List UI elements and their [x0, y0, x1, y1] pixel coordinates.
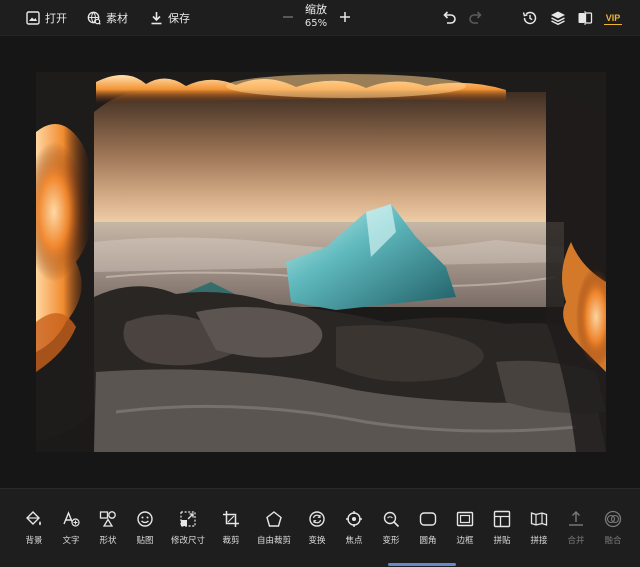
tool-warp[interactable]: 变形: [372, 509, 410, 553]
tool-label: 拼接: [530, 536, 548, 546]
toolbar-scroll-indicator[interactable]: [388, 563, 456, 566]
free-crop-icon: [264, 509, 284, 529]
compare-icon[interactable]: [576, 9, 594, 27]
tool-label: 形状: [99, 536, 117, 546]
tool-collage[interactable]: 拼贴: [483, 509, 521, 553]
bottom-toolbar: 背景 文字 形状 贴图 修改尺寸 裁剪 自由裁剪 变换 焦点 变形 圆角 边框 …: [0, 488, 640, 567]
tool-background[interactable]: 背景: [15, 509, 53, 553]
tool-stitch[interactable]: 拼接: [520, 509, 558, 553]
tool-merge[interactable]: 合并: [557, 509, 595, 553]
tool-label: 融合: [604, 536, 622, 546]
canvas-area: [0, 37, 640, 487]
tool-label: 自由裁剪: [256, 536, 291, 546]
globe-search-icon: [87, 11, 101, 25]
save-button[interactable]: 保存: [150, 0, 190, 36]
open-label: 打开: [45, 12, 67, 25]
tool-label: 贴图: [136, 536, 154, 546]
zoom-in-icon[interactable]: [338, 10, 352, 24]
tool-label: 边框: [456, 536, 474, 546]
tool-resize[interactable]: 修改尺寸: [169, 509, 207, 553]
paint-bucket-icon: [24, 509, 44, 529]
tool-label: 焦点: [345, 536, 363, 546]
tool-label: 变形: [382, 536, 400, 546]
tool-label: 合并: [567, 536, 585, 546]
undo-icon[interactable]: [440, 9, 458, 27]
zoom-value: 65%: [304, 18, 328, 29]
tool-label: 拼贴: [493, 536, 511, 546]
tool-label: 背景: [25, 536, 43, 546]
zoom-out-icon[interactable]: [281, 10, 295, 24]
tool-border[interactable]: 边框: [446, 509, 484, 553]
tool-free-crop[interactable]: 自由裁剪: [255, 509, 293, 553]
stitch-icon: [529, 509, 549, 529]
tool-blend[interactable]: 融合: [594, 509, 632, 553]
tool-focus[interactable]: 焦点: [335, 509, 373, 553]
layers-icon[interactable]: [549, 9, 567, 27]
tool-stickers[interactable]: 贴图: [126, 509, 164, 553]
border-icon: [455, 509, 475, 529]
tool-label: 裁剪: [222, 536, 240, 546]
resize-icon: [178, 509, 198, 529]
collage-icon: [492, 509, 512, 529]
focus-icon: [344, 509, 364, 529]
transform-icon: [307, 509, 327, 529]
redo-icon[interactable]: [467, 9, 485, 27]
download-icon: [151, 12, 162, 25]
warp-icon: [381, 509, 401, 529]
tool-crop[interactable]: 裁剪: [212, 509, 250, 553]
image-open-icon: [26, 11, 40, 25]
tool-label: 圆角: [419, 536, 437, 546]
smiley-icon: [135, 509, 155, 529]
save-label: 保存: [168, 12, 190, 25]
crop-icon: [221, 509, 241, 529]
open-button[interactable]: 打开: [26, 0, 67, 36]
tool-text[interactable]: 文字: [52, 509, 90, 553]
rounded-corner-icon: [418, 509, 438, 529]
top-toolbar: 打开 素材 保存 缩放 65% VIP: [0, 0, 640, 36]
edited-image[interactable]: [36, 72, 606, 452]
zoom-label: 缩放: [305, 3, 327, 16]
assets-label: 素材: [106, 12, 128, 25]
tool-shapes[interactable]: 形状: [89, 509, 127, 553]
tool-label: 文字: [62, 536, 80, 546]
tool-label: 变换: [308, 536, 326, 546]
tool-transform[interactable]: 变换: [298, 509, 336, 553]
merge-icon: [566, 509, 586, 529]
tool-rounded-corner[interactable]: 圆角: [409, 509, 447, 553]
shapes-icon: [98, 509, 118, 529]
history-icon[interactable]: [521, 9, 539, 27]
tool-label: 修改尺寸: [170, 536, 205, 546]
blend-icon: [603, 509, 623, 529]
vip-badge[interactable]: VIP: [604, 11, 622, 25]
text-add-icon: [61, 509, 81, 529]
assets-button[interactable]: 素材: [87, 0, 128, 36]
